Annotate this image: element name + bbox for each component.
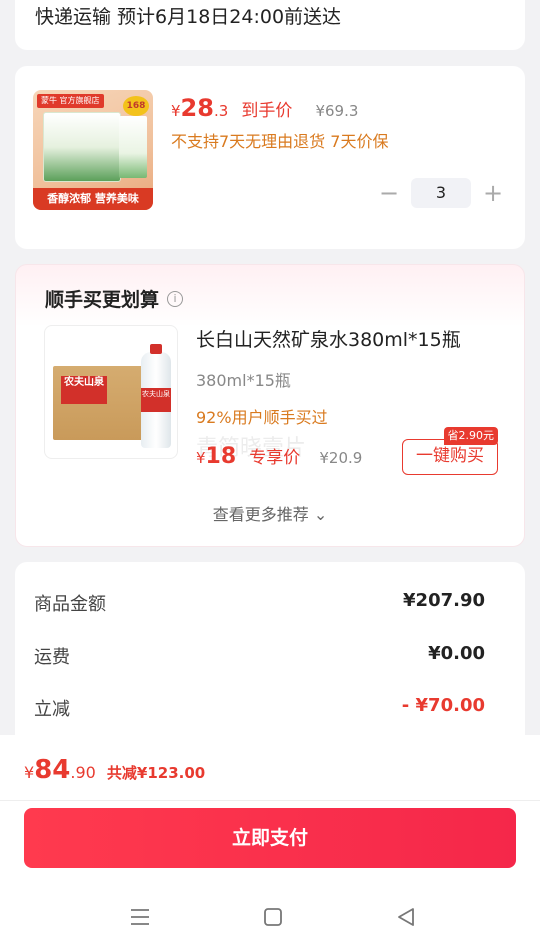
recommend-card: 顺手买更划算 i 农夫山泉 农夫山泉 长白山天然矿泉水380ml*15瓶 380… <box>15 264 525 547</box>
price-currency: ¥ <box>171 102 181 120</box>
divider <box>0 800 540 801</box>
see-more-recommendations[interactable]: 查看更多推荐 ⌄ <box>16 501 524 525</box>
pay-now-button[interactable]: 立即支付 <box>24 808 516 868</box>
product-price-line: ¥28.3 到手价 ¥69.3 <box>171 94 358 122</box>
recommend-price: 18 <box>205 444 237 469</box>
quantity-stepper: − 3 + <box>375 178 507 208</box>
summary-card: 商品金额 ¥207.90 运费 ¥0.00 立减 - ¥70.00 <box>15 562 525 762</box>
recommend-title-text: 顺手买更划算 <box>45 289 160 311</box>
recommend-buy-rate: 92%用户顺手买过 <box>196 408 328 427</box>
price-decimal: .3 <box>213 102 229 120</box>
back-triangle-icon[interactable] <box>394 905 418 929</box>
price-integer: 28 <box>180 94 214 122</box>
total-decimal: .90 <box>70 763 96 782</box>
total-saved: 共减¥123.00 <box>106 764 206 782</box>
quantity-input[interactable]: 3 <box>411 178 471 208</box>
summary-key: 运费 <box>34 647 70 668</box>
summary-row-shipping: 运费 ¥0.00 <box>34 643 485 669</box>
summary-value: ¥0.00 <box>428 643 485 664</box>
product-image-badge: 168 <box>123 96 149 116</box>
recommend-title: 顺手买更划算 i <box>45 285 184 312</box>
summary-row-discount: 立减 - ¥70.00 <box>34 695 485 721</box>
recommend-price-tag: 专享价 <box>249 448 301 468</box>
recommend-price-line: ¥18 专享价 ¥20.9 <box>196 443 362 469</box>
total-price: ¥84.90 共减¥123.00 <box>24 755 205 785</box>
summary-key: 立减 <box>34 699 70 720</box>
water-bottle-graphic: 农夫山泉 <box>141 344 171 448</box>
delivery-card: 快递运输 预计6月18日24:00前送达 <box>15 0 525 50</box>
home-square-icon[interactable] <box>261 905 285 929</box>
system-nav-bar <box>0 897 540 937</box>
product-image[interactable]: 蒙牛 官方旗舰店 168 香醇浓郁 营养美味 <box>33 90 153 210</box>
milk-carton-graphic <box>43 112 121 182</box>
total-integer: 84 <box>34 755 71 785</box>
price-tag: 到手价 <box>241 101 293 121</box>
chevron-down-icon: ⌄ <box>313 505 328 524</box>
product-card: 蒙牛 官方旗舰店 168 香醇浓郁 营养美味 ¥28.3 到手价 ¥69.3 不… <box>15 66 525 249</box>
total-currency: ¥ <box>24 763 35 782</box>
increment-button[interactable]: + <box>479 178 507 208</box>
return-policy: 不支持7天无理由退货 7天价保 <box>171 132 389 151</box>
info-icon[interactable]: i <box>167 290 184 307</box>
save-badge: 省2.90元 <box>443 427 498 445</box>
product-image-brand: 蒙牛 官方旗舰店 <box>37 94 104 108</box>
original-price: ¥69.3 <box>315 102 359 120</box>
bottle-label: 农夫山泉 <box>141 388 171 412</box>
bottle-cap <box>150 344 162 354</box>
water-carton-graphic: 农夫山泉 <box>53 366 149 440</box>
checkout-bar: ¥84.90 共减¥123.00 立即支付 <box>0 735 540 952</box>
recommend-product-name[interactable]: 长白山天然矿泉水380ml*15瓶 <box>196 325 461 352</box>
summary-value: ¥207.90 <box>403 590 485 611</box>
menu-icon[interactable] <box>128 905 152 929</box>
recommend-price-currency: ¥ <box>196 449 206 467</box>
delivery-info: 快递运输 预计6月18日24:00前送达 <box>35 6 342 28</box>
recommend-product-image[interactable]: 农夫山泉 农夫山泉 <box>44 325 178 459</box>
decrement-button[interactable]: − <box>375 178 403 208</box>
summary-row-goods: 商品金额 ¥207.90 <box>34 590 485 616</box>
see-more-label: 查看更多推荐 <box>212 505 309 524</box>
recommend-original-price: ¥20.9 <box>319 449 363 467</box>
summary-value: - ¥70.00 <box>401 695 485 716</box>
carton-label: 农夫山泉 <box>61 376 107 404</box>
milk-box-graphic <box>119 116 147 178</box>
summary-key: 商品金额 <box>34 594 106 615</box>
recommend-product-spec: 380ml*15瓶 <box>196 371 291 390</box>
product-image-slogan: 香醇浓郁 营养美味 <box>33 188 153 210</box>
